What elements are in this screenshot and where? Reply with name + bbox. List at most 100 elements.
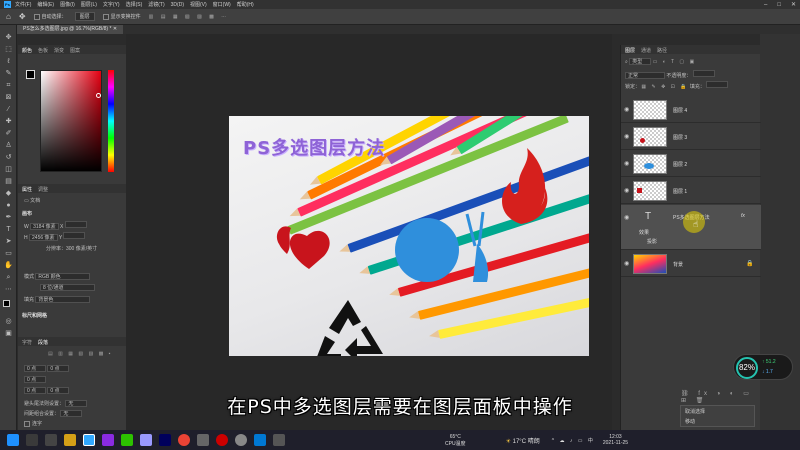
blend-mode-dropdown[interactable]: 正常 [625,72,665,79]
foreground-color-swatch[interactable] [3,300,10,307]
eye-icon[interactable]: ◉ [624,106,629,113]
move-tool-icon[interactable]: ✥ [19,12,26,21]
filter-icons[interactable]: ▭ ◐ T ▢ ▣ [653,59,697,65]
crop-tool-icon[interactable]: ⌗ [4,81,13,90]
hue-slider[interactable] [108,70,114,172]
indent-right-field[interactable]: 0 点 [47,365,70,372]
start-icon[interactable] [7,434,19,446]
tab-paths[interactable]: 路径 [657,47,667,54]
kind-filter-dropdown[interactable]: 类型 [629,58,652,65]
menu-window[interactable]: 窗口(W) [213,1,231,8]
move-tool-icon[interactable]: ✥ [4,33,13,42]
eraser-tool-icon[interactable]: ◫ [4,165,13,174]
quick-mask-icon[interactable]: ◎ [4,317,13,326]
stamp-tool-icon[interactable]: ♙ [4,141,13,150]
pen-tool-icon[interactable]: ✒ [4,213,13,222]
fill-dropdown[interactable]: 背景色 [35,296,91,303]
y-field[interactable] [63,232,86,239]
menu-select[interactable]: 选择(S) [126,1,143,8]
minimize-icon[interactable]: – [764,2,767,8]
x-field[interactable] [64,221,87,228]
shape-tool-icon[interactable]: ▭ [4,249,13,258]
tab-paragraph[interactable]: 段落 [38,339,48,346]
eye-icon[interactable]: ◉ [624,260,629,267]
canvas-area[interactable]: PS多选图层方法 [126,34,612,430]
edge-icon[interactable] [254,434,266,446]
healing-tool-icon[interactable]: ✚ [4,117,13,126]
after-effects-icon[interactable] [159,434,171,446]
tab-adjustments[interactable]: 调整 [38,186,48,193]
app-icon[interactable] [140,434,152,446]
tab-patterns[interactable]: 图案 [70,47,80,54]
menu-3d[interactable]: 3D(D) [171,2,184,8]
opacity-field[interactable] [692,70,715,77]
record-icon[interactable] [216,434,228,446]
layer-row-selected[interactable]: ◉ T PS多选图层方法 fx 效果 投影 ☝ [621,205,761,250]
tab-character[interactable]: 字符 [22,339,32,346]
menu-filter[interactable]: 滤镜(T) [148,1,164,8]
menu-view[interactable]: 视图(V) [190,1,207,8]
lock-icon[interactable]: 🔒 [746,260,753,267]
auto-select-checkbox[interactable]: 自动选择： [33,13,67,20]
show-transform-checkbox[interactable]: 显示变换控件 [102,13,141,20]
menu-layer[interactable]: 图层(L) [81,1,97,8]
indent-left-field[interactable]: 0 点 [24,365,46,372]
tab-gradients[interactable]: 渐变 [54,47,64,54]
align-icons[interactable]: ▥ ▤ ▦ ▧ ▨ ▩ ⋯ [149,14,230,20]
clock[interactable]: 12:03 2021-11-25 [603,434,628,446]
menu-edit[interactable]: 编辑(E) [37,1,54,8]
document-canvas[interactable]: PS多选图层方法 [229,116,589,356]
layer-row[interactable]: ◉ 背景 🔒 [621,251,761,277]
gradient-tool-icon[interactable]: ▤ [4,177,13,186]
tab-swatches[interactable]: 色板 [38,47,48,54]
wechat-icon[interactable] [121,434,133,446]
fill-field[interactable] [706,81,729,88]
avatar-icon[interactable] [235,434,247,446]
tab-channels[interactable]: 通道 [641,47,651,54]
zoom-tool-icon[interactable]: ⌕ [4,273,13,282]
indent-first-field[interactable]: 0 点 [24,376,46,383]
layer-row[interactable]: ◉ 图层 1 [621,178,761,204]
blur-tool-icon[interactable]: ◆ [4,189,13,198]
eyedropper-tool-icon[interactable]: ⁄ [4,105,13,114]
maximize-icon[interactable]: □ [777,2,781,8]
auto-select-dropdown[interactable]: 图层 [74,12,95,21]
close-icon[interactable]: ✕ [791,1,796,8]
layer-row[interactable]: ◉ 图层 3 [621,124,761,150]
depth-dropdown[interactable]: 8 位/通道 [40,284,95,291]
tab-properties[interactable]: 属性 [22,186,32,193]
app-icon[interactable] [197,434,209,446]
height-field[interactable]: 2456 像素 [29,234,58,241]
frame-tool-icon[interactable]: ⊠ [4,93,13,102]
path-select-tool-icon[interactable]: ➤ [4,237,13,246]
photoshop-taskbar-icon[interactable] [83,434,95,446]
tab-color[interactable]: 颜色 [22,47,32,54]
search-icon[interactable] [26,434,38,446]
color-picker-marker[interactable] [96,93,101,98]
lock-icons[interactable]: ▦ ✎ ✥ ⊡ 🔒 [641,84,688,90]
width-field[interactable]: 3184 像素 [30,223,59,230]
screen-mode-icon[interactable]: ▣ [4,329,13,338]
menu-item-move[interactable]: 移动 [685,418,750,425]
document-tab[interactable]: PS怎么多选图层.jpg @ 16.7%(RGB/8) * ✕ [17,25,124,34]
fx-icon[interactable]: fx [741,213,745,219]
tray-icons[interactable]: ^ ☁ ♪ ▭ 中 [552,437,595,444]
foreground-color-swatch[interactable] [26,70,35,79]
brush-tool-icon[interactable]: ✐ [4,129,13,138]
menu-file[interactable]: 文件(F) [15,1,31,8]
eye-icon[interactable]: ◉ [624,160,629,167]
weather-widget[interactable]: ☀ 17°C 晴朗 [506,436,540,445]
color-picker-field[interactable] [40,70,102,172]
tab-layers[interactable]: 图层 [625,47,635,54]
dodge-tool-icon[interactable]: ● [4,201,13,210]
paragraph-align-buttons[interactable]: ▤ ▥ ▦ ▧ ▨ ▩ ▪ [48,351,112,357]
menu-image[interactable]: 图像(I) [60,1,75,8]
task-view-icon[interactable] [45,434,57,446]
tab-close-icon[interactable]: ✕ [113,26,117,32]
quick-select-tool-icon[interactable]: ✎ [4,69,13,78]
premiere-icon[interactable] [102,434,114,446]
eye-icon[interactable]: ◉ [624,187,629,194]
lasso-tool-icon[interactable]: ℓ [4,57,13,66]
marquee-tool-icon[interactable]: ⬚ [4,45,13,54]
layer-row[interactable]: ◉ 图层 4 [621,97,761,123]
